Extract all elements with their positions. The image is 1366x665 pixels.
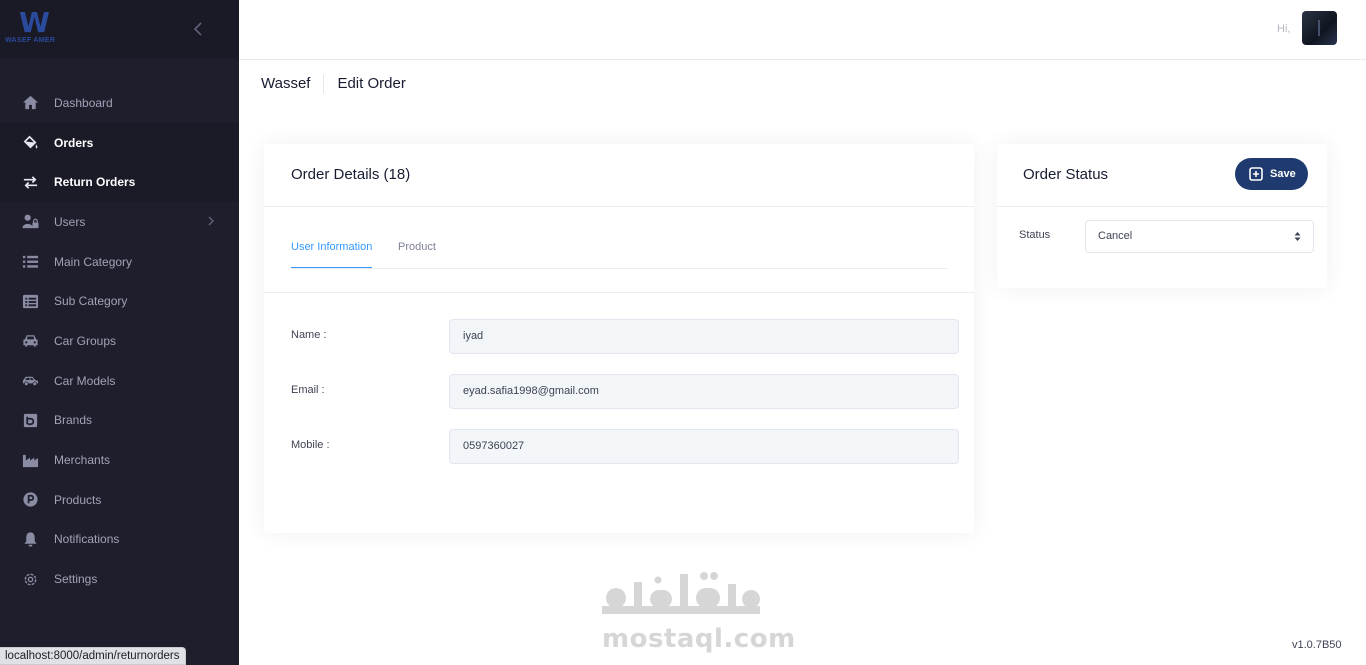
sidebar-collapse-icon[interactable] <box>191 20 207 38</box>
list-alt-icon <box>22 293 39 310</box>
user-avatar[interactable] <box>1302 11 1337 45</box>
email-field[interactable]: eyad.safia1998@gmail.com <box>449 374 959 409</box>
users-lock-icon <box>22 213 39 230</box>
save-button[interactable]: Save <box>1235 158 1308 190</box>
gear-icon <box>22 571 39 588</box>
top-header: Hi, <box>239 0 1366 60</box>
sidebar-item-label: Settings <box>54 572 98 587</box>
parking-icon <box>22 491 39 508</box>
order-details-card: Order Details (18) User Information Prod… <box>264 144 974 533</box>
sidebar-item-label: Notifications <box>54 532 120 547</box>
watermark: mostaql.com <box>600 568 795 654</box>
mobile-label: Mobile : <box>291 439 330 451</box>
sidebar-nav: Dashboard Orders Return Orders Users Mai… <box>0 83 239 599</box>
status-select[interactable]: Cancel <box>1085 220 1314 253</box>
email-label: Email : <box>291 384 325 396</box>
sidebar-item-return-orders[interactable]: Return Orders <box>0 162 239 203</box>
sidebar-item-products[interactable]: Products <box>0 480 239 520</box>
car-icon <box>22 332 39 349</box>
logo-text: WASEF AMER <box>5 37 56 44</box>
sidebar-item-label: Users <box>54 214 86 229</box>
page-title: Wassef <box>261 73 325 94</box>
breadcrumb: Edit Order <box>337 75 406 92</box>
sidebar: W WASEF AMER Dashboard Orders Return Ord… <box>0 0 239 665</box>
card-title: Order Details (18) <box>291 166 411 183</box>
status-select-value: Cancel <box>1098 230 1133 242</box>
watermark-text: mostaql.com <box>602 624 796 654</box>
version-label: v1.0.7B50 <box>1292 639 1342 651</box>
industry-icon <box>22 452 39 469</box>
name-label: Name : <box>291 329 327 341</box>
sidebar-item-label: Brands <box>54 413 93 428</box>
plus-square-icon <box>1249 167 1263 181</box>
sidebar-item-label: Merchants <box>54 453 111 468</box>
mobile-row: Mobile : 0597360027 <box>291 429 959 464</box>
sidebar-item-car-groups[interactable]: Car Groups <box>0 321 239 361</box>
greeting-text: Hi, <box>1277 23 1291 35</box>
name-field[interactable]: iyad <box>449 319 959 354</box>
sidebar-item-label: Return Orders <box>54 175 136 190</box>
sidebar-item-brands[interactable]: Brands <box>0 401 239 441</box>
exchange-icon <box>22 174 39 191</box>
mobile-field[interactable]: 0597360027 <box>449 429 959 464</box>
car-side-icon <box>22 372 39 389</box>
tab-product[interactable]: Product <box>398 241 436 267</box>
list-icon <box>22 253 39 270</box>
subheader: Wassef Edit Order <box>239 60 1366 107</box>
email-row: Email : eyad.safia1998@gmail.com <box>291 374 959 409</box>
sidebar-item-label: Dashboard <box>54 95 113 110</box>
logo-letter: W <box>19 6 50 39</box>
sidebar-item-label: Sub Category <box>54 294 128 309</box>
sidebar-item-orders[interactable]: Orders <box>0 122 239 163</box>
brand-logo[interactable]: W WASEF AMER <box>5 8 71 48</box>
sidebar-item-main-category[interactable]: Main Category <box>0 242 239 282</box>
card-title: Order Status <box>1023 166 1109 183</box>
sidebar-item-merchants[interactable]: Merchants <box>0 440 239 480</box>
sidebar-item-label: Orders <box>54 135 94 150</box>
sidebar-item-label: Car Models <box>54 373 116 388</box>
sidebar-item-label: Car Groups <box>54 333 117 348</box>
watermark-arabic-logo <box>602 572 760 614</box>
order-status-card: Order Status Save Status Cancel <box>997 144 1327 288</box>
home-icon <box>22 94 39 111</box>
card-header: Order Status Save <box>997 144 1327 207</box>
status-label: Status <box>1019 229 1051 241</box>
browser-status-url: localhost:8000/admin/returnorders <box>0 647 186 665</box>
paint-bucket-icon <box>22 134 39 151</box>
sidebar-item-dashboard[interactable]: Dashboard <box>0 83 239 123</box>
divider <box>264 292 974 293</box>
sidebar-item-label: Products <box>54 492 102 507</box>
sidebar-item-settings[interactable]: Settings <box>0 559 239 599</box>
bandcamp-icon <box>22 412 39 429</box>
sidebar-item-notifications[interactable]: Notifications <box>0 520 239 560</box>
name-row: Name : iyad <box>291 319 959 354</box>
sidebar-item-label: Main Category <box>54 254 133 269</box>
sidebar-item-car-models[interactable]: Car Models <box>0 361 239 401</box>
sidebar-item-users[interactable]: Users <box>0 202 239 242</box>
tab-user-information[interactable]: User Information <box>291 241 373 268</box>
chevron-right-icon <box>208 216 214 226</box>
sort-caret-icon <box>1294 232 1301 241</box>
brand-area: W WASEF AMER <box>0 0 239 59</box>
sidebar-item-sub-category[interactable]: Sub Category <box>0 281 239 321</box>
order-tabs: User Information Product <box>291 238 947 269</box>
card-header: Order Details (18) <box>264 144 974 207</box>
save-button-label: Save <box>1270 168 1296 180</box>
bell-icon <box>22 531 39 548</box>
